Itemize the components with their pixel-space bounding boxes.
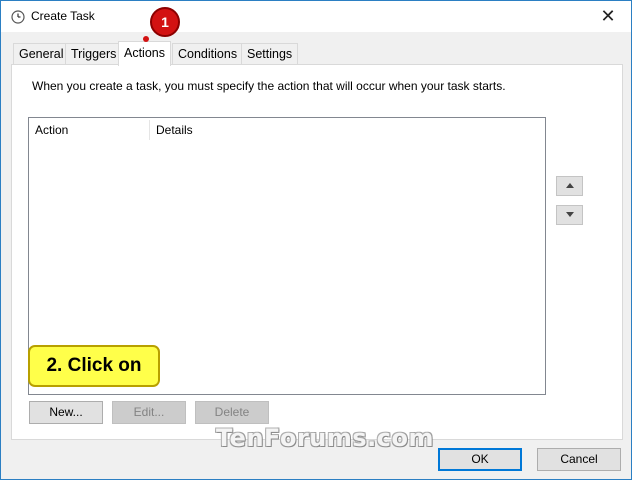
move-up-button[interactable]	[556, 176, 583, 196]
tab-actions[interactable]: Actions	[118, 41, 171, 66]
tab-settings[interactable]: Settings	[241, 43, 299, 64]
tab-conditions[interactable]: Conditions	[172, 43, 244, 64]
create-task-window: Create Task ✕ General Triggers Actions C…	[0, 0, 632, 480]
column-header-details[interactable]: Details	[150, 118, 356, 142]
arrow-down-icon	[566, 212, 574, 217]
tab-general[interactable]: General	[13, 43, 70, 64]
close-icon[interactable]: ✕	[585, 1, 631, 32]
actions-description: When you create a task, you must specify…	[32, 79, 506, 93]
column-header-action[interactable]: Action	[29, 118, 149, 142]
title-bar: Create Task ✕	[1, 1, 631, 32]
delete-action-button[interactable]: Delete	[195, 401, 269, 424]
move-down-button[interactable]	[556, 205, 583, 225]
new-action-button[interactable]: New...	[29, 401, 103, 424]
step-2-callout: 2. Click on	[28, 345, 160, 387]
arrow-up-icon	[566, 183, 574, 188]
cancel-button[interactable]: Cancel	[537, 448, 621, 471]
step-1-badge: 1	[150, 7, 180, 37]
edit-action-button[interactable]: Edit...	[112, 401, 186, 424]
ok-button[interactable]: OK	[438, 448, 522, 471]
clock-icon	[11, 10, 25, 24]
tab-triggers[interactable]: Triggers	[65, 43, 123, 64]
window-title: Create Task	[31, 9, 95, 23]
step-1-pointer	[143, 36, 149, 42]
watermark: TenForums.com	[216, 424, 435, 452]
